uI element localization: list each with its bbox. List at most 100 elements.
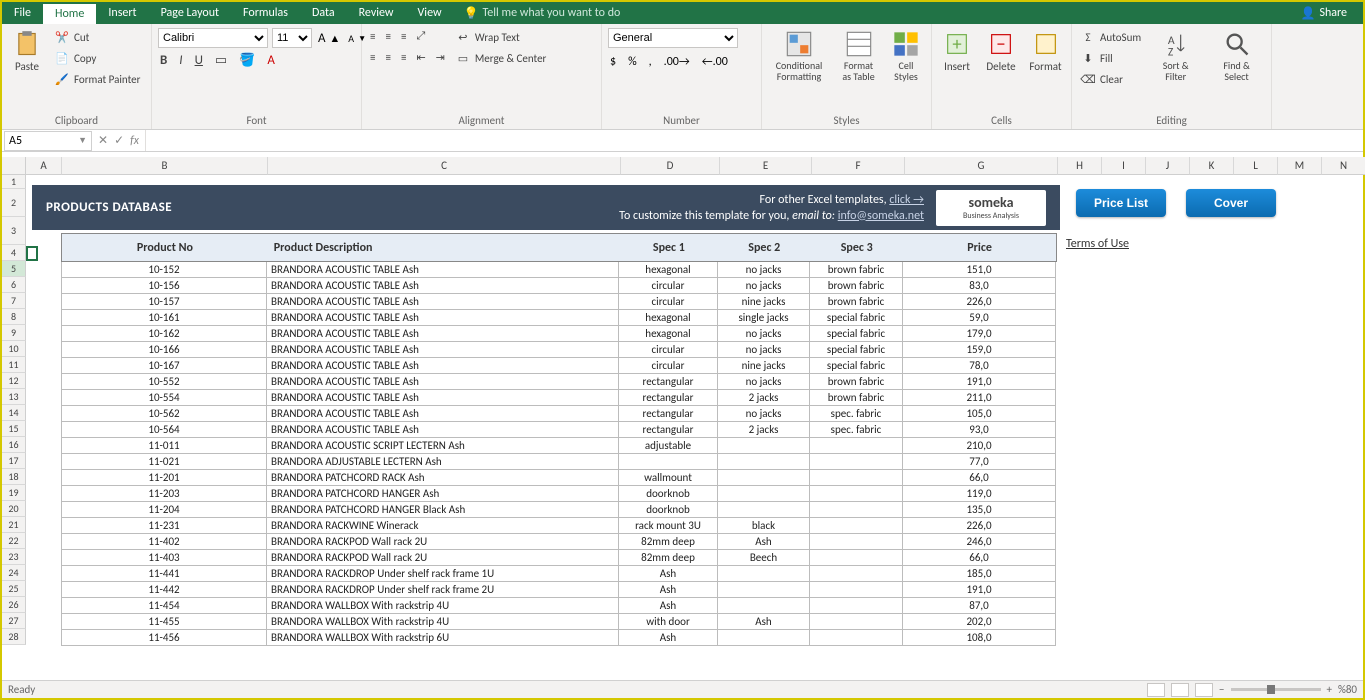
table-cell[interactable]: 66,0: [903, 470, 1056, 486]
table-cell[interactable]: [810, 614, 903, 630]
table-cell[interactable]: [810, 470, 903, 486]
table-cell[interactable]: Ash: [619, 598, 718, 614]
table-cell[interactable]: BRANDORA ACOUSTIC TABLE Ash: [267, 262, 619, 278]
increase-indent-button[interactable]: ⇥: [434, 50, 447, 65]
table-cell[interactable]: Ash: [619, 630, 718, 646]
row-header-11[interactable]: 11: [2, 357, 26, 373]
tab-review[interactable]: Review: [347, 2, 406, 24]
table-cell[interactable]: Ash: [718, 614, 810, 630]
table-cell[interactable]: [718, 454, 810, 470]
table-cell[interactable]: [810, 598, 903, 614]
row-header-6[interactable]: 6: [2, 277, 26, 293]
table-cell[interactable]: special fabric: [810, 358, 903, 374]
share-button[interactable]: 👤 Share: [1292, 6, 1355, 21]
table-cell[interactable]: brown fabric: [810, 390, 903, 406]
row-header-14[interactable]: 14: [2, 405, 26, 421]
table-cell[interactable]: 159,0: [903, 342, 1056, 358]
table-cell[interactable]: BRANDORA ACOUSTIC TABLE Ash: [267, 278, 619, 294]
table-cell[interactable]: Ash: [619, 566, 718, 582]
table-cell[interactable]: 179,0: [903, 326, 1056, 342]
cell-canvas[interactable]: PRODUCTS DATABASE For other Excel templa…: [26, 175, 1363, 680]
table-cell[interactable]: no jacks: [718, 406, 810, 422]
table-cell[interactable]: 119,0: [903, 486, 1056, 502]
table-cell[interactable]: [810, 582, 903, 598]
table-cell[interactable]: with door: [619, 614, 718, 630]
table-cell[interactable]: 93,0: [903, 422, 1056, 438]
col-header-K[interactable]: K: [1190, 157, 1234, 175]
autosum-button[interactable]: ΣAutoSum: [1078, 28, 1143, 46]
number-format-select[interactable]: General: [608, 28, 738, 48]
col-header-L[interactable]: L: [1234, 157, 1278, 175]
align-center-button[interactable]: ≡: [383, 50, 392, 65]
fx-icon[interactable]: fx: [130, 134, 139, 148]
table-cell[interactable]: no jacks: [718, 278, 810, 294]
col-header-I[interactable]: I: [1102, 157, 1146, 175]
row-header-1[interactable]: 1: [2, 175, 26, 189]
zoom-level[interactable]: %80: [1338, 683, 1357, 696]
row-header-9[interactable]: 9: [2, 325, 26, 341]
table-cell[interactable]: brown fabric: [810, 374, 903, 390]
table-cell[interactable]: 2 jacks: [718, 390, 810, 406]
table-cell[interactable]: 10-157: [61, 294, 267, 310]
tab-page-layout[interactable]: Page Layout: [149, 2, 231, 24]
table-cell[interactable]: 11-456: [61, 630, 267, 646]
increase-decimal-button[interactable]: .00→: [662, 54, 692, 70]
price-list-button[interactable]: Price List: [1076, 189, 1166, 217]
table-cell[interactable]: 77,0: [903, 454, 1056, 470]
tab-data[interactable]: Data: [300, 2, 347, 24]
table-cell[interactable]: BRANDORA ACOUSTIC TABLE Ash: [267, 294, 619, 310]
table-cell[interactable]: 191,0: [903, 582, 1056, 598]
table-cell[interactable]: hexagonal: [619, 326, 718, 342]
table-cell[interactable]: 10-162: [61, 326, 267, 342]
table-cell[interactable]: BRANDORA ACOUSTIC SCRIPT LECTERN Ash: [267, 438, 619, 454]
table-cell[interactable]: 11-204: [61, 502, 267, 518]
table-cell[interactable]: single jacks: [718, 310, 810, 326]
table-cell[interactable]: doorknob: [619, 502, 718, 518]
row-header-20[interactable]: 20: [2, 501, 26, 517]
page-layout-view-button[interactable]: [1171, 683, 1189, 697]
row-header-21[interactable]: 21: [2, 517, 26, 533]
col-header-C[interactable]: C: [268, 157, 621, 175]
insert-cells-button[interactable]: +Insert: [938, 28, 976, 75]
table-cell[interactable]: 151,0: [903, 262, 1056, 278]
table-cell[interactable]: special fabric: [810, 342, 903, 358]
templates-link[interactable]: click →: [889, 193, 924, 207]
row-header-7[interactable]: 7: [2, 293, 26, 309]
table-cell[interactable]: 11-455: [61, 614, 267, 630]
table-cell[interactable]: BRANDORA RACKDROP Under shelf rack frame…: [267, 582, 619, 598]
table-cell[interactable]: BRANDORA PATCHCORD HANGER Ash: [267, 486, 619, 502]
row-header-16[interactable]: 16: [2, 437, 26, 453]
enter-formula-icon[interactable]: ✓: [114, 133, 124, 148]
align-right-button[interactable]: ≡: [399, 50, 408, 65]
table-cell[interactable]: BRANDORA ACOUSTIC TABLE Ash: [267, 390, 619, 406]
table-cell[interactable]: 185,0: [903, 566, 1056, 582]
tab-view[interactable]: View: [406, 2, 454, 24]
table-cell[interactable]: 10-167: [61, 358, 267, 374]
table-cell[interactable]: BRANDORA ACOUSTIC TABLE Ash: [267, 310, 619, 326]
tell-me-search[interactable]: 💡 Tell me what you want to do: [464, 6, 621, 21]
table-cell[interactable]: adjustable: [619, 438, 718, 454]
delete-cells-button[interactable]: −Delete: [982, 28, 1020, 75]
table-cell[interactable]: 10-166: [61, 342, 267, 358]
percent-format-button[interactable]: %: [626, 54, 639, 70]
table-cell[interactable]: no jacks: [718, 326, 810, 342]
row-header-2[interactable]: 2: [2, 189, 26, 217]
col-header-F[interactable]: F: [812, 157, 905, 175]
table-cell[interactable]: 10-156: [61, 278, 267, 294]
font-size-select[interactable]: 11: [272, 28, 312, 48]
orientation-button[interactable]: ⤢: [414, 28, 427, 44]
table-cell[interactable]: BRANDORA PATCHCORD HANGER Black Ash: [267, 502, 619, 518]
table-cell[interactable]: [810, 566, 903, 582]
table-cell[interactable]: [718, 566, 810, 582]
col-header-M[interactable]: M: [1278, 157, 1322, 175]
table-cell[interactable]: brown fabric: [810, 294, 903, 310]
table-cell[interactable]: 11-403: [61, 550, 267, 566]
formula-input[interactable]: [146, 130, 1363, 151]
row-header-10[interactable]: 10: [2, 341, 26, 357]
zoom-out-button[interactable]: −: [1219, 683, 1224, 696]
table-cell[interactable]: 11-454: [61, 598, 267, 614]
table-cell[interactable]: [718, 438, 810, 454]
table-cell[interactable]: 78,0: [903, 358, 1056, 374]
accounting-format-button[interactable]: $: [608, 54, 618, 70]
col-header-H[interactable]: H: [1058, 157, 1102, 175]
